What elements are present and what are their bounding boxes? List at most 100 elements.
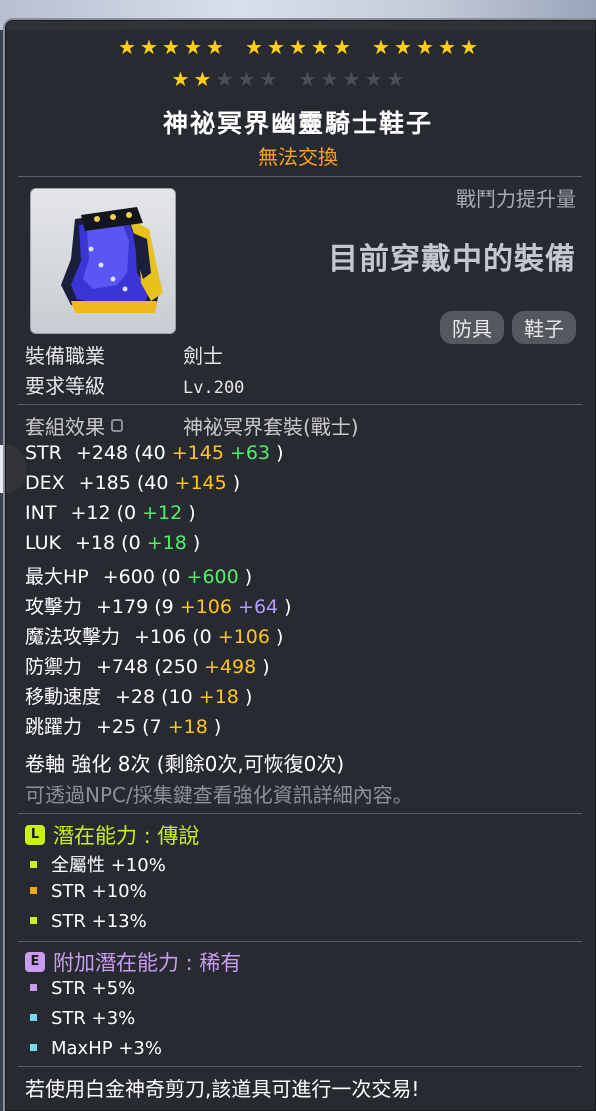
- stat-bonus: +18: [146, 532, 193, 554]
- potential-text: 全屬性 +10%: [51, 855, 166, 876]
- star-group: ★ ★ ★ ★ ★: [171, 67, 278, 92]
- stat-name: 防禦力: [25, 656, 83, 678]
- stat-base: (40: [136, 472, 175, 494]
- star-filled-icon: ★: [394, 35, 412, 59]
- tag-shoes: 鞋子: [512, 311, 576, 344]
- star-filled-icon: ★: [162, 35, 180, 59]
- stat-bonus: +145: [171, 442, 230, 464]
- stat-row: 魔法攻擊力 +106 (0 +106 ): [25, 622, 283, 649]
- stat-bonus: +63: [229, 442, 277, 464]
- divider: [18, 1066, 582, 1067]
- bullet-icon: [30, 1013, 37, 1021]
- stat-bonus: +18: [198, 686, 245, 708]
- stat-bonus: +145: [174, 472, 233, 494]
- stat-row: DEX +185 (40 +145 ): [25, 472, 240, 494]
- tag-armor: 防具: [440, 311, 504, 344]
- equipped-label: 目前穿戴中的裝備: [328, 242, 576, 277]
- scroll-upgrade-info: 卷軸 強化 8次 (剩餘0次,可恢復0次): [25, 752, 345, 776]
- stat-base: (0: [116, 502, 143, 524]
- star-empty-icon: ★: [386, 67, 405, 91]
- star-empty-icon: ★: [215, 67, 234, 91]
- stat-row: INT +12 (0 +12 ): [25, 502, 196, 524]
- star-filled-icon: ★: [372, 35, 390, 59]
- potential-text: MaxHP +3%: [51, 1038, 162, 1059]
- additional-potential-label: 附加潛在能力 : 稀有: [53, 951, 242, 975]
- star-filled-icon: ★: [118, 35, 136, 59]
- stat-name: 攻擊力: [25, 596, 83, 618]
- stat-name: 跳躍力: [25, 716, 83, 738]
- star-empty-icon: ★: [320, 67, 339, 91]
- star-filled-icon: ★: [289, 35, 307, 59]
- epic-badge-icon: E: [25, 952, 45, 972]
- stat-name: LUK: [25, 532, 62, 554]
- star-filled-icon: ★: [245, 35, 263, 59]
- level-label: 要求等級: [25, 374, 105, 398]
- divider: [18, 176, 582, 177]
- divider: [18, 404, 582, 405]
- star-force-row-1: ★ ★ ★ ★ ★ ★ ★ ★ ★ ★ ★ ★ ★ ★ ★: [0, 35, 596, 60]
- star-filled-icon: ★: [438, 35, 456, 59]
- star-filled-icon: ★: [206, 35, 224, 59]
- stat-name: 移動速度: [25, 686, 102, 708]
- stat-close: ): [213, 716, 222, 738]
- potential-line: STR +13%: [30, 911, 147, 932]
- star-filled-icon: ★: [193, 67, 212, 91]
- stat-close: ): [244, 686, 253, 708]
- star-filled-icon: ★: [171, 67, 190, 91]
- stat-bonus: +498: [203, 656, 263, 678]
- level-requirement: 要求等級 Lv.200: [25, 370, 244, 399]
- stat-bonus: +12: [142, 502, 189, 524]
- star-force-row-2: ★ ★ ★ ★ ★ ★ ★ ★ ★ ★: [0, 67, 596, 92]
- potential-line: STR +10%: [30, 881, 147, 902]
- item-name: 神祕冥界幽靈騎士鞋子: [162, 109, 433, 138]
- bullet-icon: [30, 860, 37, 868]
- stat-bonus: +106: [179, 596, 239, 618]
- potential-header: L 潛在能力 : 傳說: [25, 820, 199, 850]
- star-empty-icon: ★: [342, 67, 361, 91]
- lock-icon: [111, 419, 123, 432]
- stat-row: 移動速度 +28 (10 +18 ): [25, 682, 252, 709]
- stat-total: +185: [78, 472, 137, 494]
- set-effect-value: 神祕冥界套裝(戰士): [183, 415, 359, 439]
- item-icon-box: [30, 188, 176, 334]
- additional-potential-header: E 附加潛在能力 : 稀有: [25, 947, 241, 977]
- purple-boot-icon: [61, 207, 163, 313]
- star-group: ★ ★ ★ ★ ★: [372, 35, 479, 60]
- star-filled-icon: ★: [267, 35, 285, 59]
- trade-hint: 若使用白金神奇剪刀,該道具可進行一次交易!: [25, 1077, 420, 1101]
- stat-close: ): [188, 502, 196, 524]
- star-filled-icon: ★: [333, 35, 351, 59]
- star-group: ★ ★ ★ ★ ★: [118, 35, 225, 60]
- trade-status: 無法交換: [258, 145, 338, 169]
- scroll-hint: 可透過NPC/採集鍵查看強化資訊詳細內容。: [25, 783, 413, 807]
- star-filled-icon: ★: [311, 35, 329, 59]
- item-tags: 防具 鞋子: [440, 311, 576, 344]
- stat-base: (9: [154, 596, 180, 618]
- level-value: Lv.200: [183, 378, 245, 398]
- job-requirement: 裝備職業 劍士: [25, 340, 223, 369]
- potential-label: 潛在能力 : 傳說: [53, 824, 200, 848]
- stat-row: LUK +18 (0 +18 ): [25, 532, 200, 554]
- stat-total: +248: [75, 442, 135, 464]
- stat-name: DEX: [25, 472, 65, 494]
- stat-base: (0: [160, 566, 187, 588]
- job-value: 劍士: [183, 344, 223, 368]
- stat-total: +748: [96, 656, 155, 678]
- bullet-icon: [30, 1043, 37, 1051]
- star-empty-icon: ★: [364, 67, 383, 91]
- stat-base: (0: [192, 626, 218, 648]
- stat-base: (7: [142, 716, 168, 738]
- combat-power-label: 戰鬥力提升量: [456, 187, 576, 211]
- star-filled-icon: ★: [184, 35, 202, 59]
- stat-name: STR: [25, 442, 62, 464]
- stat-bonus: +18: [167, 716, 214, 738]
- star-empty-icon: ★: [237, 67, 256, 91]
- star-filled-icon: ★: [416, 35, 434, 59]
- stat-close: ): [244, 566, 253, 588]
- stat-total: +600: [102, 566, 161, 588]
- star-group: ★ ★ ★ ★ ★: [245, 35, 352, 60]
- stat-bonus: +106: [217, 626, 277, 648]
- set-effect-label: 套組效果: [25, 411, 183, 440]
- bullet-icon: [30, 916, 37, 924]
- stat-bonus: +600: [186, 566, 245, 588]
